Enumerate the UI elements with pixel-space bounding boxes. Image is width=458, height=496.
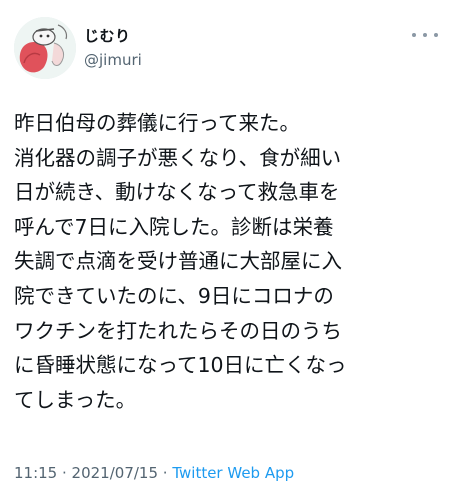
tweet-text-line: に昏睡状態になって10日に亡くなっ — [14, 353, 347, 378]
tweet-card: じむり @jimuri 昨日伯母の葬儀に行って来た。 消化器の調子が悪くなり、食… — [0, 0, 458, 496]
dot-icon — [423, 33, 427, 37]
more-options-icon[interactable] — [412, 28, 438, 42]
tweet-text-line: 昨日伯母の葬儀に行って来た。 — [14, 111, 300, 135]
avatar-illustration-icon — [14, 17, 76, 79]
tweet-source-link[interactable]: Twitter Web App — [172, 464, 294, 482]
dot-icon — [412, 33, 416, 37]
tweet-text-line: 失調で点滴を受け普通に大部屋に入 — [14, 249, 342, 274]
tweet-text-line: てしまった。 — [14, 387, 137, 412]
tweet-text-line: ワクチンを打たれたらその日のうち — [14, 318, 342, 343]
tweet-text-line: 呼んで7日に入院した。診断は栄養 — [14, 214, 334, 239]
tweet-text-line: 消化器の調子が悪くなり、食が細い — [14, 145, 342, 170]
meta-separator: · — [158, 464, 173, 482]
tweet-meta: 11:15 · 2021/07/15 · Twitter Web App — [14, 464, 294, 482]
tweet-text: 昨日伯母の葬儀に行って来た。 消化器の調子が悪くなり、食が細い 日が続き、動けな… — [14, 106, 444, 417]
user-handle[interactable]: @jimuri — [84, 51, 142, 69]
tweet-text-line: 日が続き、動けなくなって救急車を — [14, 180, 340, 205]
dot-icon — [434, 33, 438, 37]
meta-separator: · — [57, 464, 72, 482]
tweet-text-line: 院できていたのに、9日にコロナの — [14, 283, 334, 308]
tweet-date[interactable]: 2021/07/15 — [72, 464, 158, 482]
display-name[interactable]: じむり — [84, 25, 131, 46]
tweet-time[interactable]: 11:15 — [14, 464, 57, 482]
avatar[interactable] — [14, 17, 76, 79]
